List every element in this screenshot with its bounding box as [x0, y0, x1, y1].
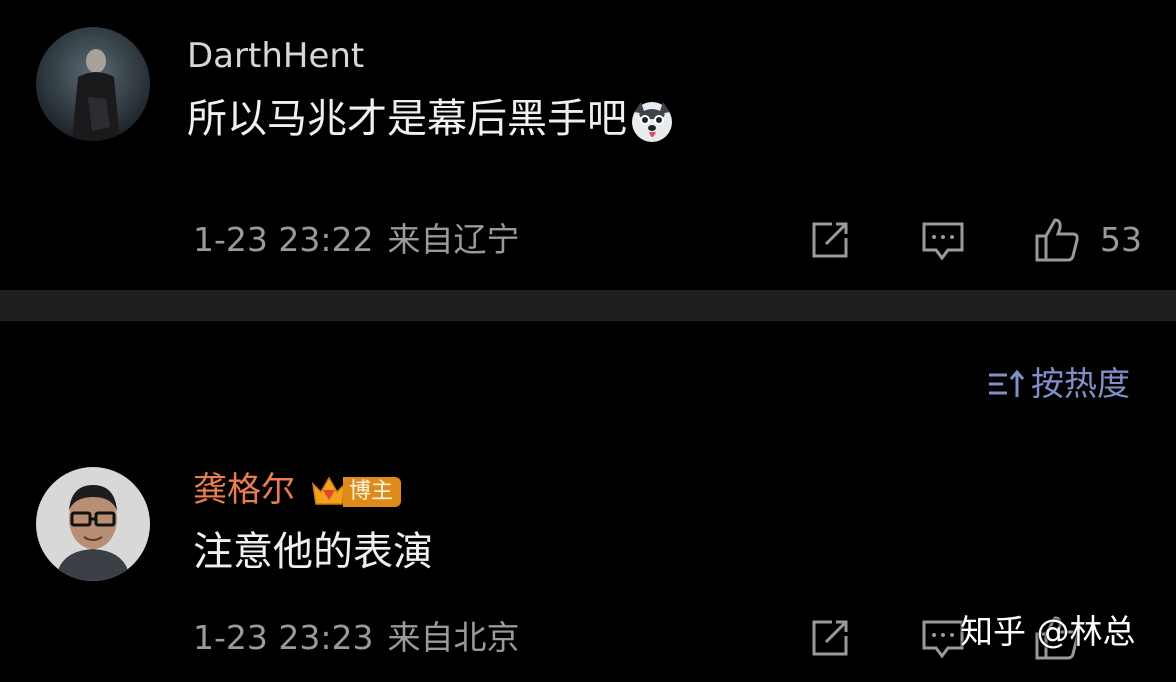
- avatar[interactable]: [36, 27, 150, 141]
- section-divider: [0, 290, 1176, 321]
- thumbs-up-icon: [1035, 218, 1079, 262]
- comment-time: 1-23 23:23: [193, 618, 374, 657]
- share-button[interactable]: [808, 218, 852, 266]
- watermark: 知乎 @林总: [960, 612, 1136, 651]
- author-name[interactable]: DarthHent: [187, 36, 364, 76]
- reply-button[interactable]: [920, 218, 966, 266]
- avatar-image: [36, 27, 150, 141]
- comment-item: DarthHent 所以马兆才是幕后黑手吧 1-23 23:22 来自辽宁 53: [0, 0, 1176, 290]
- author-badge: 博主: [309, 474, 402, 510]
- sort-label: 按热度: [1031, 364, 1130, 403]
- sort-icon: [989, 369, 1025, 397]
- husky-dog-emoji-icon: [632, 102, 672, 142]
- badge-label: 博主: [343, 476, 402, 507]
- share-icon: [812, 620, 848, 656]
- comment-icon: [922, 222, 964, 261]
- avatar[interactable]: [36, 467, 150, 581]
- comment-time: 1-23 23:22: [193, 220, 374, 259]
- comment-meta: 1-23 23:22 来自辽宁: [193, 220, 534, 260]
- comment-text-content: 所以马兆才是幕后黑手吧: [187, 96, 627, 142]
- comment-location: 来自辽宁: [387, 220, 520, 259]
- share-button[interactable]: [808, 616, 852, 664]
- comment-meta: 1-23 23:23 来自北京: [193, 618, 534, 658]
- share-icon: [812, 222, 848, 258]
- author-name[interactable]: 龚格尔 博主: [193, 470, 402, 510]
- like-count: 53: [1100, 220, 1142, 259]
- author-name-text: 龚格尔: [193, 470, 295, 510]
- like-button[interactable]: [1033, 216, 1081, 268]
- avatar-image: [36, 467, 150, 581]
- comment-text: 注意他的表演: [193, 529, 433, 575]
- comment-text: 所以马兆才是幕后黑手吧: [187, 94, 675, 144]
- comment-location: 来自北京: [387, 618, 520, 657]
- sort-toggle[interactable]: 按热度: [987, 363, 1130, 405]
